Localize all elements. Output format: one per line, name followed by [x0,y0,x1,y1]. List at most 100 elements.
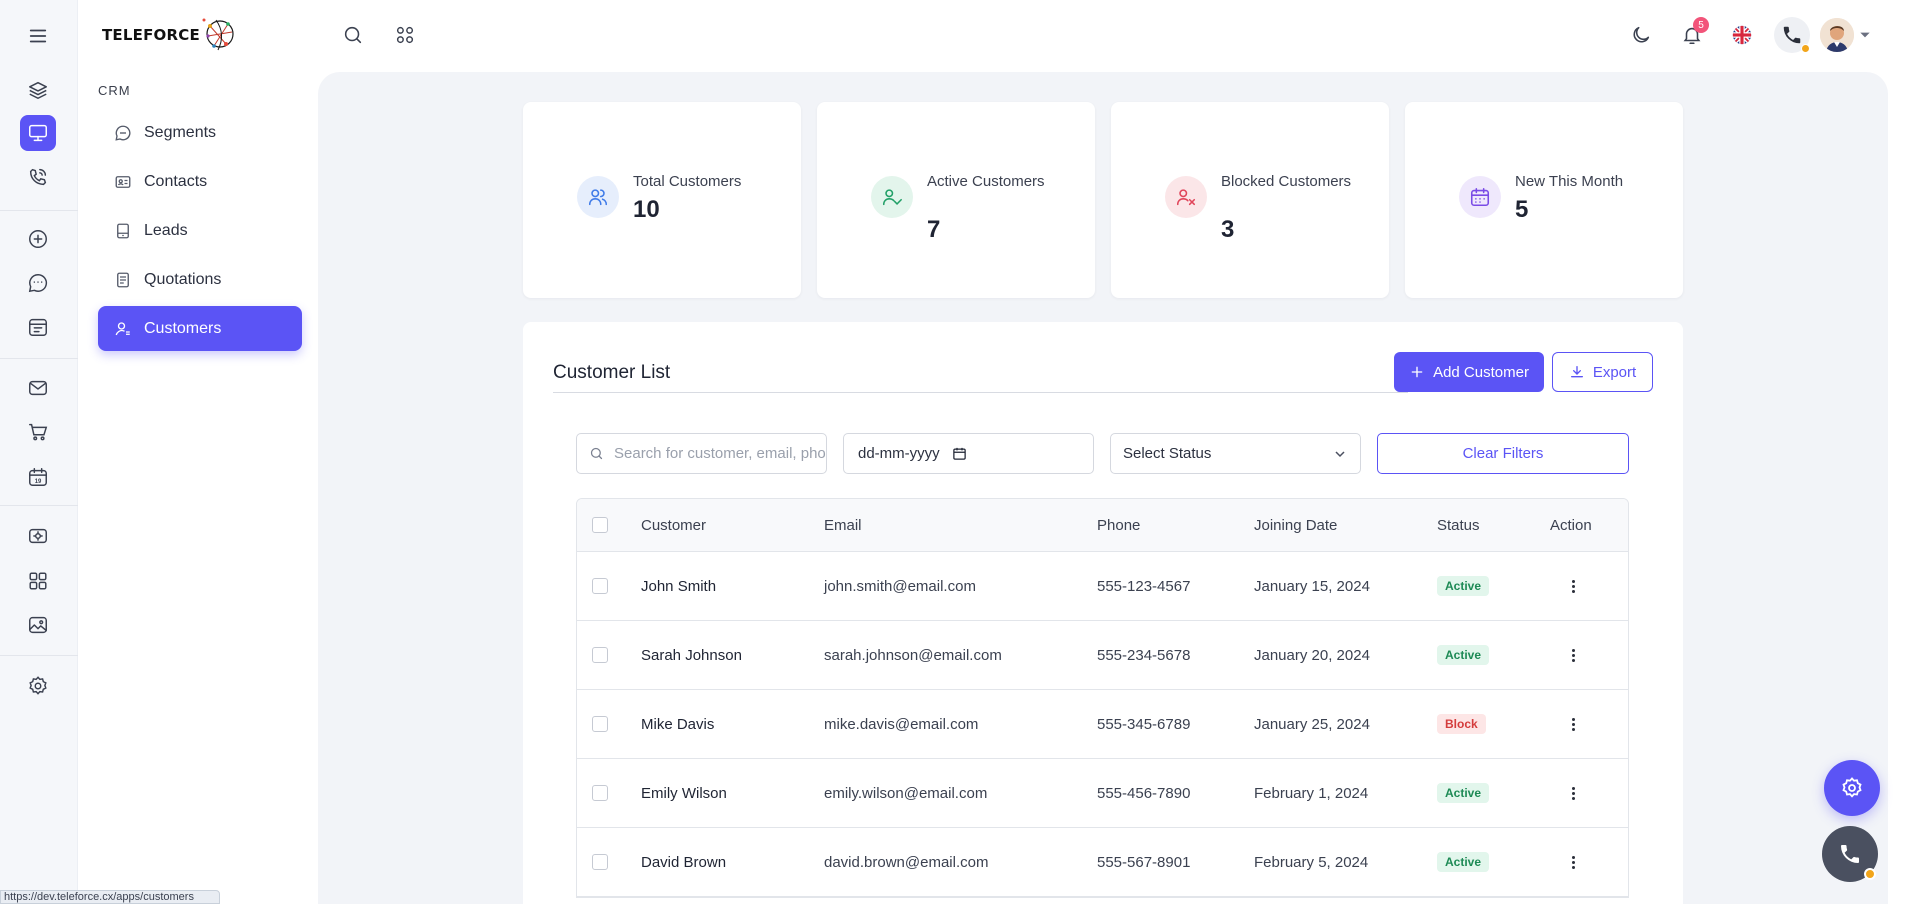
sidebar-item-label: Customers [144,319,222,337]
search-icon[interactable] [338,20,368,50]
add-circle-icon[interactable] [20,221,56,257]
status-badge: Active [1437,852,1490,872]
row-actions-kebab-icon[interactable] [1563,855,1583,869]
dark-mode-moon-icon[interactable] [1626,20,1656,50]
users-icon [577,176,619,218]
sidebar-item-leads[interactable]: Leads [98,208,302,253]
status-badge: Active [1437,783,1490,803]
export-label: Export [1592,363,1637,381]
download-icon [1570,366,1583,378]
row-checkbox[interactable] [592,716,608,732]
hamburger-menu-icon[interactable] [20,18,56,54]
title-divider [553,392,1408,393]
joining-date: February 1, 2024 [1254,784,1369,802]
row-checkbox[interactable] [592,578,608,594]
customer-email: john.smith@email.com [824,577,976,595]
row-actions-kebab-icon[interactable] [1563,786,1583,800]
export-button[interactable]: Export [1552,352,1653,392]
stat-value: 7 [927,216,941,243]
customer-name[interactable]: Mike Davis [641,690,714,758]
add-customer-label: Add Customer [1433,363,1529,381]
notification-bell-icon[interactable]: 5 [1677,17,1709,50]
icon-rail: 19 [0,0,78,904]
phone-signal-icon[interactable] [20,159,56,195]
column-header-status[interactable]: Status [1437,499,1480,551]
apps-shortcut-icon[interactable] [390,20,420,50]
apps-grid-icon[interactable] [20,563,56,599]
row-checkbox[interactable] [592,785,608,801]
calendar-icon[interactable]: 19 [20,459,56,495]
column-header-joining-date[interactable]: Joining Date [1254,499,1337,551]
chat-icon[interactable] [20,265,56,301]
status-badge: Active [1437,645,1490,665]
customer-phone: 555-123-4567 [1097,577,1191,595]
notification-count-badge: 5 [1693,17,1709,33]
monitor-icon[interactable] [20,115,56,151]
user-avatar[interactable] [1820,18,1854,52]
customer-name[interactable]: Emily Wilson [641,759,727,827]
stat-value: 3 [1221,216,1235,243]
sidebar-item-label: Leads [144,221,188,239]
row-actions-kebab-icon[interactable] [1563,717,1583,731]
table-row: John Smith john.smith@email.com 555-123-… [577,552,1628,621]
mail-icon[interactable] [20,370,56,406]
customer-list-card: Customer List Add Customer Export dd-mm-… [523,322,1683,904]
chevron-down-icon [1335,450,1345,457]
card-title: Customer List [553,362,671,383]
search-icon [590,447,603,460]
date-filter[interactable]: dd-mm-yyyy [843,433,1094,474]
row-actions-kebab-icon[interactable] [1563,648,1583,662]
sidebar-item-label: Contacts [144,172,208,190]
settings-fab-gear-icon[interactable] [1824,760,1880,816]
customer-phone: 555-234-5678 [1097,646,1191,664]
call-fab-phone-icon[interactable] [1822,826,1878,882]
column-header-customer[interactable]: Customer [641,499,706,551]
customer-phone: 555-456-7890 [1097,784,1191,802]
customer-name[interactable]: Sarah Johnson [641,621,742,689]
layers-icon[interactable] [20,72,56,108]
clear-filters-button[interactable]: Clear Filters [1377,433,1629,474]
column-header-phone[interactable]: Phone [1097,499,1140,551]
call-status-dot [1864,868,1876,880]
table-row: Sarah Johnson sarah.johnson@email.com 55… [577,621,1628,690]
stat-label: Active Customers [927,173,1045,190]
sidebar-item-quotations[interactable]: Quotations [98,257,302,302]
tablet-icon [114,222,132,240]
user-x-icon [1165,176,1207,218]
customer-name[interactable]: John Smith [641,552,716,620]
customer-table: Customer Email Phone Joining Date Status… [576,498,1629,898]
calendar-picker-icon[interactable] [952,446,967,461]
chevron-down-icon[interactable] [1858,20,1872,50]
search-input[interactable] [614,445,826,462]
row-checkbox[interactable] [592,647,608,663]
image-gallery-icon[interactable] [20,607,56,643]
customer-email: mike.davis@email.com [824,715,979,733]
stat-card-active-customers: Active Customers 7 [817,102,1095,298]
cart-icon[interactable] [20,414,56,450]
add-customer-button[interactable]: Add Customer [1394,352,1544,392]
uk-flag-language-icon[interactable] [1727,20,1757,50]
status-select[interactable]: Select Status [1110,433,1361,474]
column-header-action: Action [1550,516,1592,534]
ticket-gear-icon[interactable] [20,518,56,554]
search-field[interactable] [576,433,827,474]
row-actions-kebab-icon[interactable] [1563,579,1583,593]
joining-date: February 5, 2024 [1254,853,1369,871]
table-row: Mike Davis mike.davis@email.com 555-345-… [577,690,1628,759]
stat-label: Total Customers [633,173,742,190]
row-checkbox[interactable] [592,854,608,870]
joining-date: January 20, 2024 [1254,646,1370,664]
calendar-icon [1459,176,1501,218]
sidebar-item-contacts[interactable]: Contacts [98,159,302,204]
sidebar-item-customers[interactable]: Customers [98,306,302,351]
calendar-board-icon[interactable] [20,309,56,345]
select-all-checkbox[interactable] [592,517,608,533]
customer-name[interactable]: David Brown [641,828,726,896]
joining-date: January 25, 2024 [1254,715,1370,733]
brand-logo[interactable]: TELEFORCE [102,14,238,56]
settings-gear-icon[interactable] [20,668,56,704]
stat-value: 10 [633,196,660,223]
column-header-email[interactable]: Email [824,499,862,551]
sidebar-item-segments[interactable]: Segments [98,110,302,155]
phone-call-icon[interactable] [1774,17,1810,53]
